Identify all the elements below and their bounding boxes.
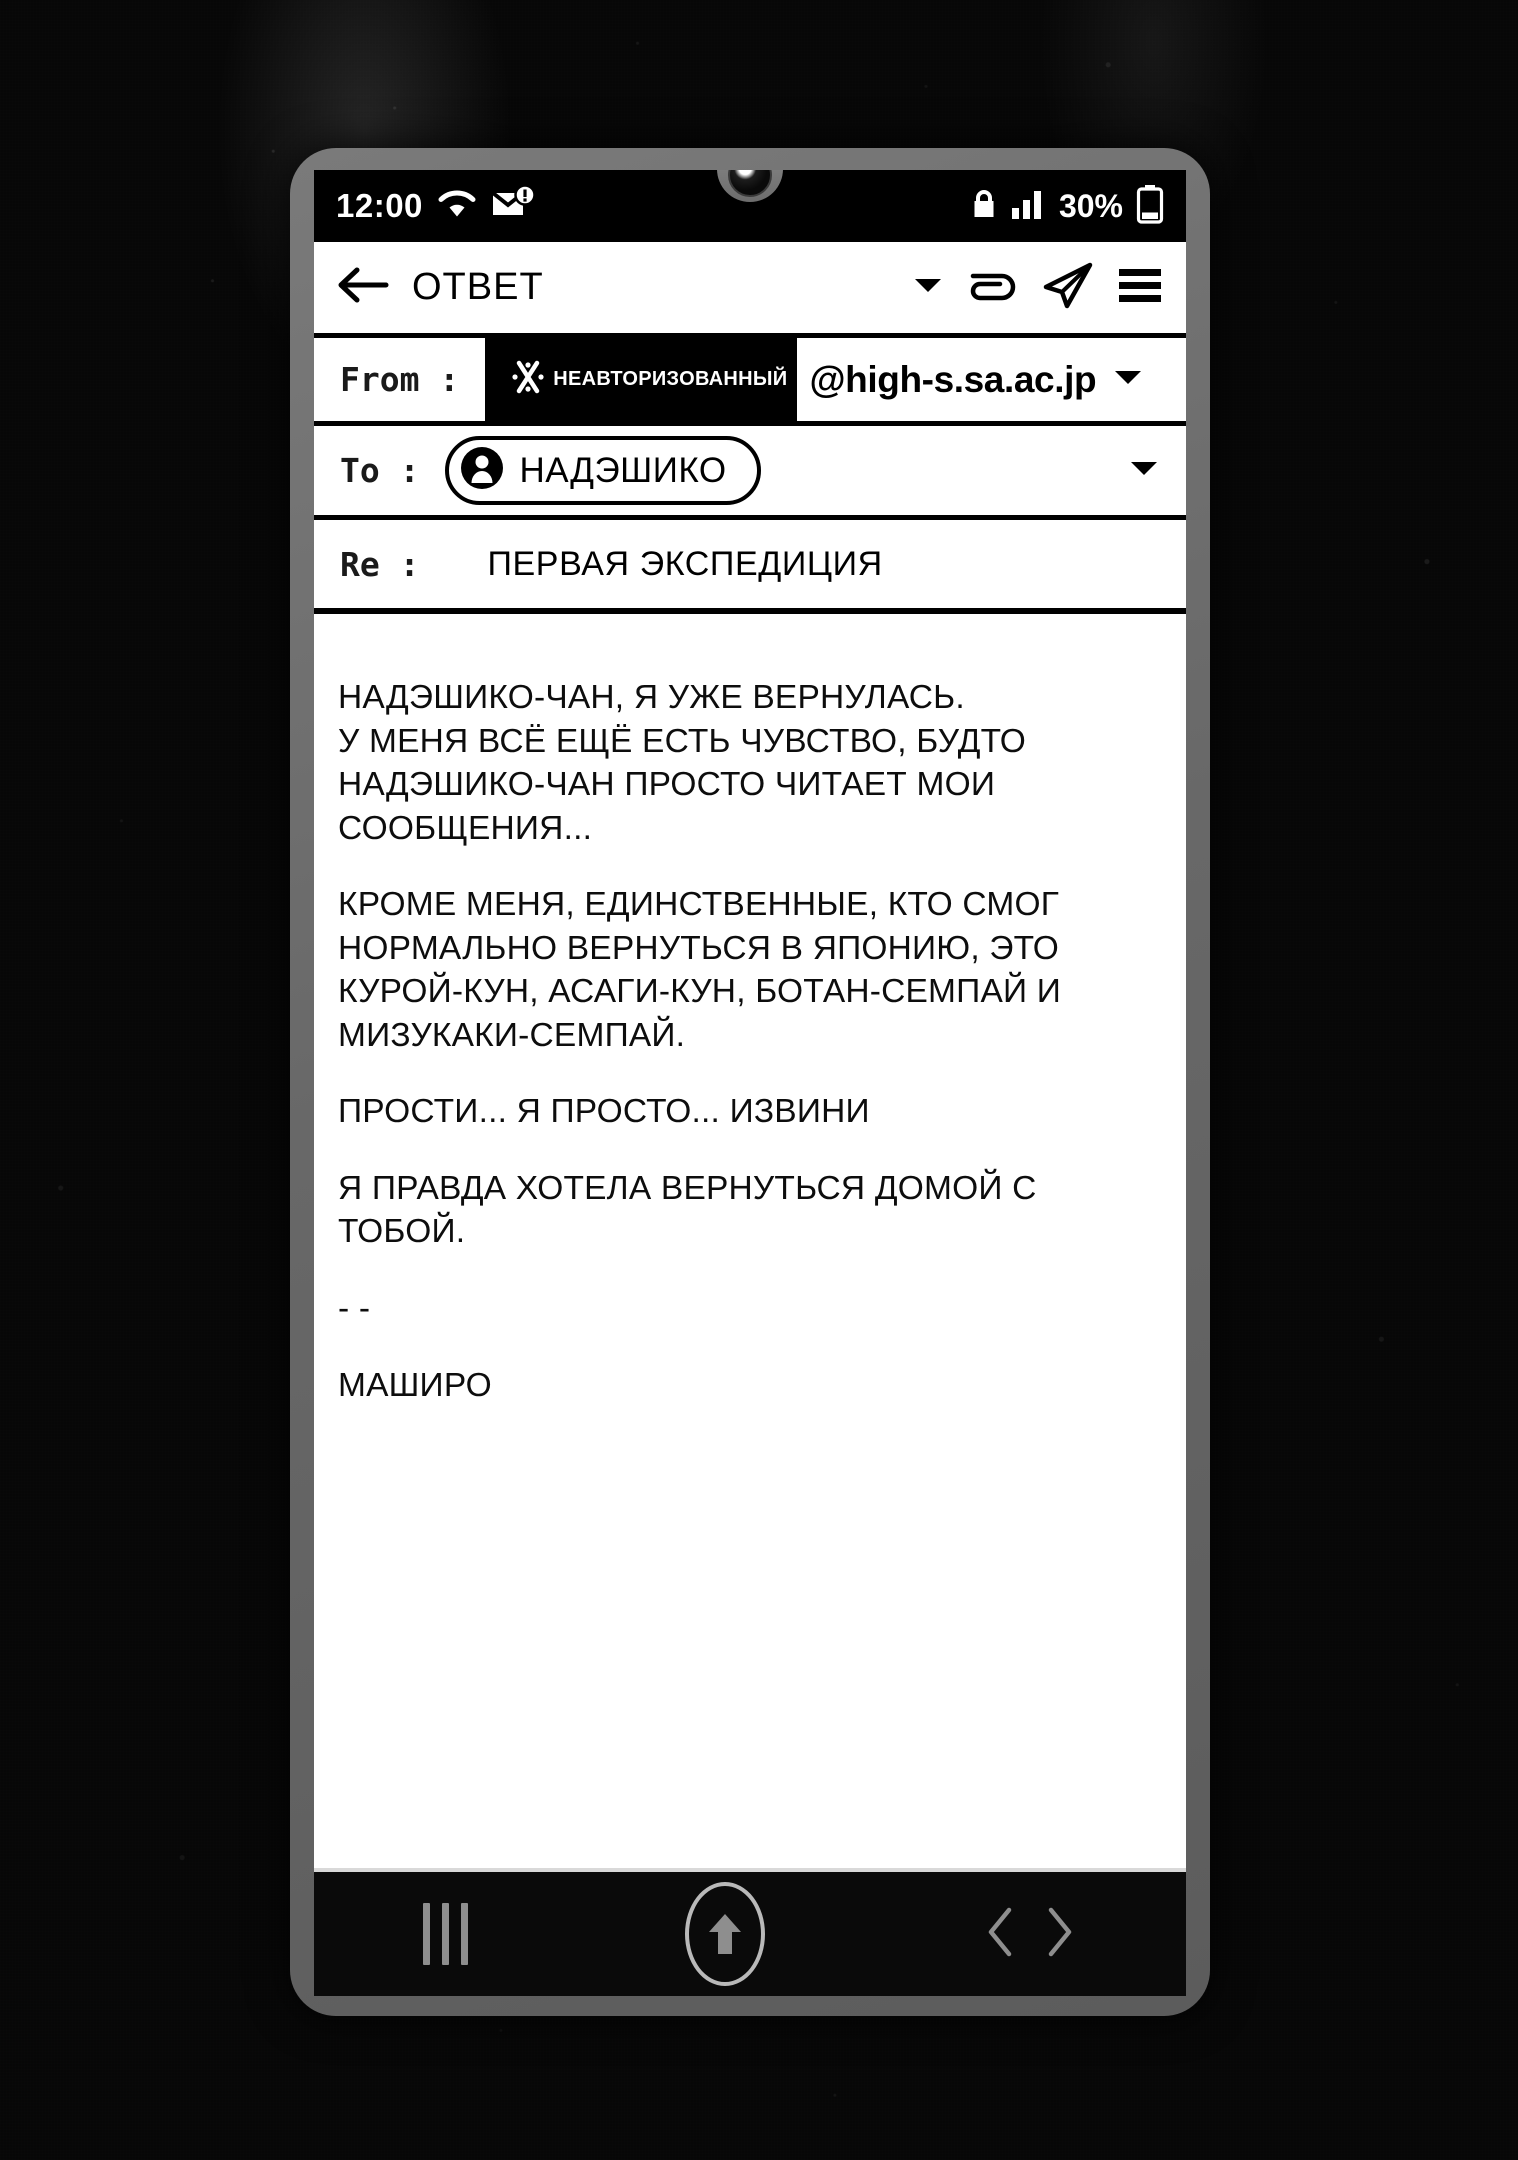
from-redacted-block: НЕАВТОРИЗОВАННЫЙ [485, 338, 798, 421]
from-label: From : [340, 360, 460, 399]
from-row[interactable]: From : НЕАВТОРИЗОВАННЫЙ @high-s.sa.ac.jp [314, 338, 1186, 426]
hamburger-menu-icon[interactable] [1116, 264, 1164, 311]
body-signature: МАШИРО [338, 1366, 492, 1404]
lock-icon [971, 188, 997, 225]
recents-bar [422, 1903, 430, 1965]
status-time: 12:00 [336, 187, 423, 224]
phone-device: 12:00 30% ОТВЕТ From: НЕАВТОРИЗОВАННЫЙ … [290, 148, 1210, 2016]
subject-label: Re : [340, 544, 420, 584]
subject-row[interactable]: Re : ПЕРВАЯ ЭКСПЕДИЦИЯ [314, 520, 1186, 614]
recents-bars-icon[interactable] [422, 1903, 468, 1965]
toolbar-actions [966, 261, 1164, 314]
camera-lens-icon [728, 170, 772, 197]
to-row[interactable]: To : НАДЭШИКО [314, 426, 1186, 520]
recents-bar [441, 1903, 449, 1965]
body-paragraph: ПРОСТИ... Я ПРОСТО... ИЗВИНИ [338, 1093, 870, 1131]
message-body[interactable]: НАДЭШИКО-ЧАН, Я УЖЕ ВЕРНУЛАСЬ. У МЕНЯ ВС… [314, 614, 1186, 1868]
from-redacted-label: НЕАВТОРИЗОВАННЫЙ [553, 368, 788, 390]
from-chevron-down-icon[interactable] [1112, 366, 1144, 393]
mail-alert-icon [491, 183, 536, 227]
status-bar-left: 12:00 [336, 183, 536, 227]
redacted-x-icon [511, 359, 545, 400]
subject-value[interactable]: ПЕРВАЯ ЭКСПЕДИЦИЯ [445, 545, 882, 584]
body-paragraph: КРОМЕ МЕНЯ, ЕДИНСТВЕННЫЕ, КТО СМОГ НОРМА… [338, 886, 1062, 1054]
nav-back-forward [983, 1904, 1077, 1965]
contact-avatar-icon [459, 445, 505, 496]
battery-percent-label: 30% [1058, 187, 1123, 224]
send-paper-plane-icon[interactable] [1042, 261, 1094, 314]
chevron-down-icon[interactable] [912, 274, 944, 301]
home-up-arrow-icon[interactable] [685, 1882, 766, 1986]
wifi-icon [437, 188, 477, 225]
body-paragraph: НАДЭШИКО-ЧАН, Я УЖЕ ВЕРНУЛАСЬ. У МЕНЯ ВС… [338, 679, 1027, 847]
to-chevron-down-icon[interactable] [1128, 457, 1160, 484]
recents-bar [460, 1903, 468, 1965]
status-bar-right: 30% [971, 184, 1164, 229]
back-arrow-icon[interactable] [336, 264, 390, 311]
toolbar-title: ОТВЕТ [412, 266, 544, 308]
android-nav-bar [314, 1868, 1186, 1996]
angle-left-icon[interactable] [983, 1904, 1017, 1965]
compose-toolbar: ОТВЕТ [314, 242, 1186, 338]
signal-bars-icon [1010, 188, 1046, 225]
body-paragraph: Я ПРАВДА ХОТЕЛА ВЕРНУТЬСЯ ДОМОЙ С ТОБОЙ. [338, 1169, 1037, 1251]
recipient-name: НАДЭШИКО [519, 450, 727, 490]
attachment-icon[interactable] [966, 263, 1020, 312]
recipient-chip[interactable]: НАДЭШИКО [445, 436, 761, 505]
to-label: To : [340, 451, 420, 490]
angle-right-icon[interactable] [1043, 1904, 1077, 1965]
body-signature-separator: - - [338, 1290, 371, 1328]
battery-icon [1136, 184, 1164, 229]
phone-screen: 12:00 30% ОТВЕТ From: НЕАВТОРИЗОВАННЫЙ … [314, 170, 1186, 1996]
from-domain-label: @high-s.sa.ac.jp [809, 358, 1097, 400]
